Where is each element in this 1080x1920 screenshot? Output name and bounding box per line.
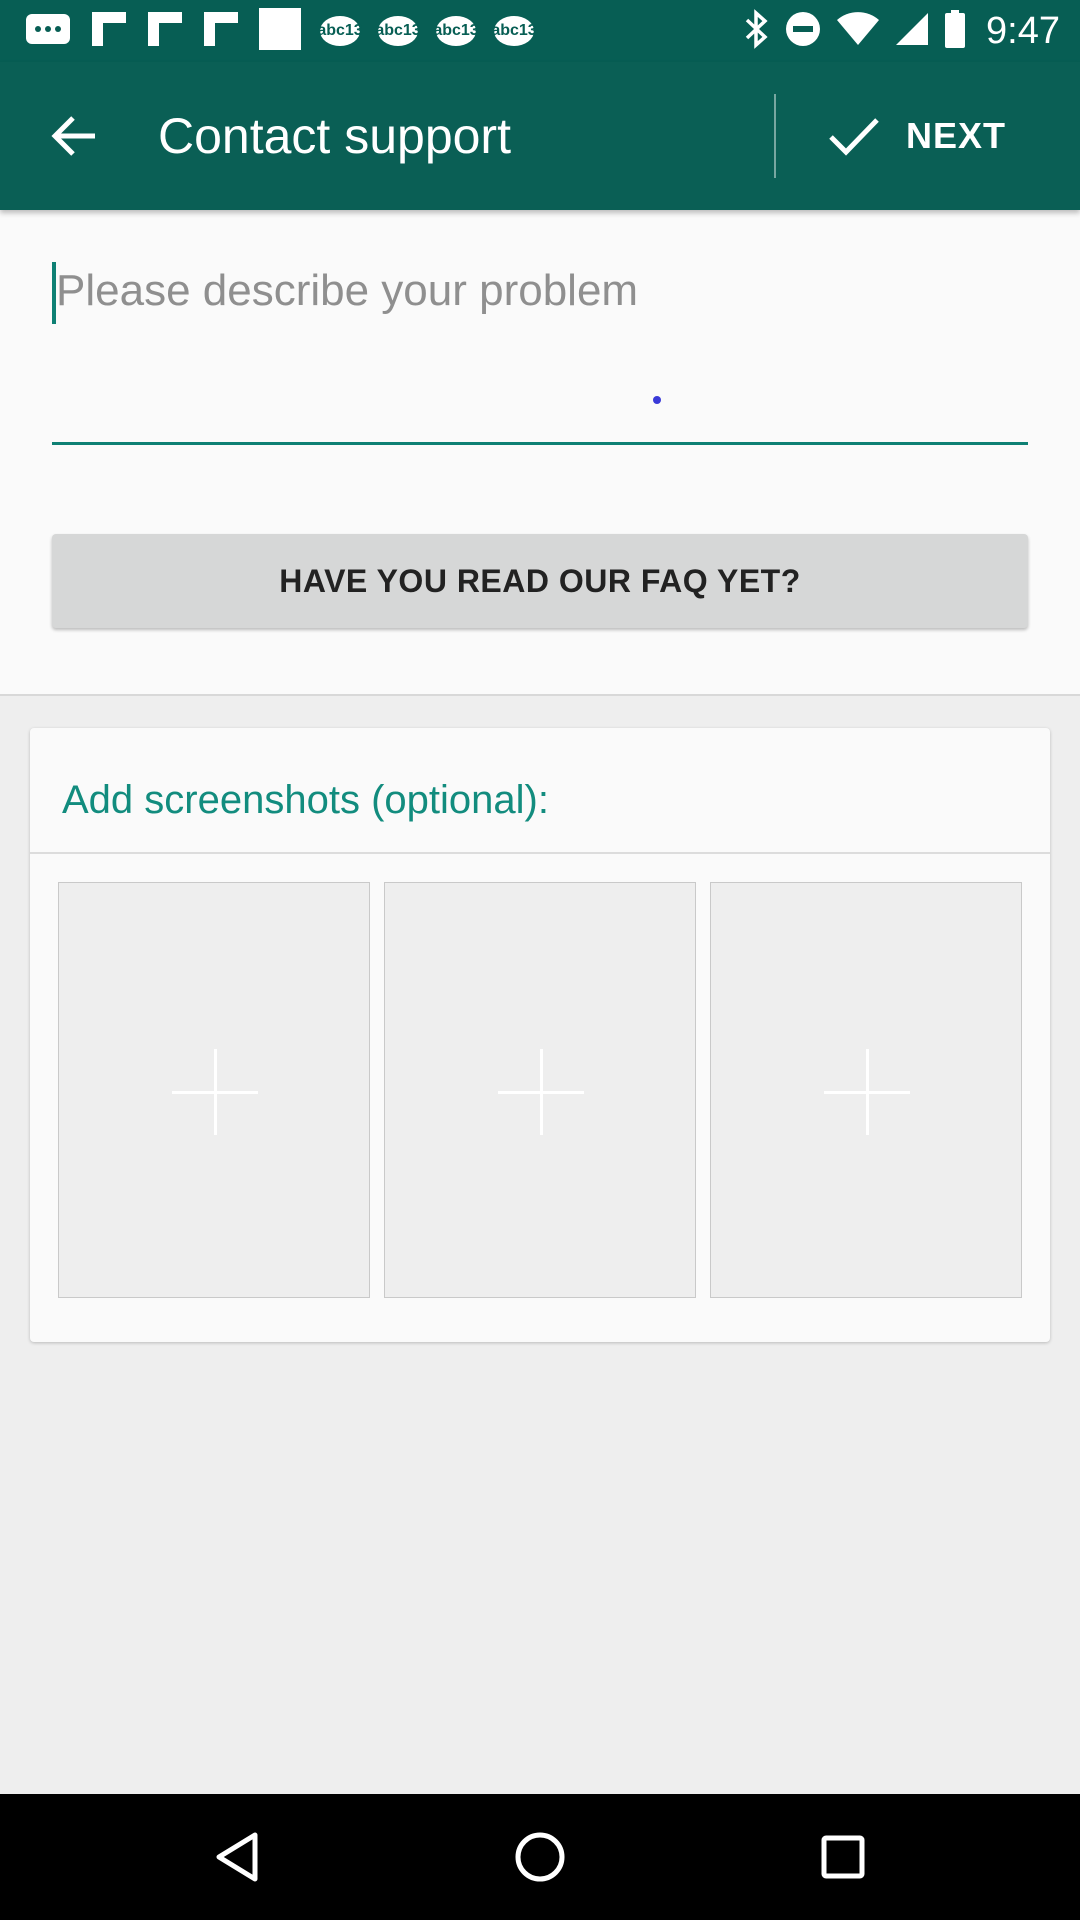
toolbar-divider bbox=[774, 94, 776, 178]
contact-support-screen: abc13 abc13 abc13 abc13 9:47 Contact sup… bbox=[0, 0, 1080, 1920]
back-button[interactable] bbox=[36, 98, 112, 174]
flipboard-icon bbox=[146, 10, 184, 53]
blank-icon bbox=[258, 7, 302, 56]
abc13-icon: abc13 bbox=[433, 16, 479, 46]
abc13-icon: abc13 bbox=[317, 16, 363, 46]
app-bar: Contact support NEXT bbox=[0, 62, 1080, 210]
problem-description-input[interactable]: Please describe your problem bbox=[52, 250, 1028, 445]
back-triangle-icon bbox=[216, 1832, 258, 1882]
next-label: NEXT bbox=[906, 115, 1007, 156]
abc13-icon: abc13 bbox=[375, 16, 421, 46]
screenshots-card: Add screenshots (optional): bbox=[30, 728, 1050, 1342]
add-screenshot-slot-2[interactable] bbox=[384, 882, 696, 1298]
add-screenshot-slot-3[interactable] bbox=[710, 882, 1022, 1298]
message-icon bbox=[24, 12, 72, 51]
arrow-left-icon bbox=[51, 116, 95, 156]
wifi-icon bbox=[836, 11, 880, 52]
next-button[interactable]: NEXT bbox=[800, 86, 1060, 186]
battery-icon bbox=[944, 9, 966, 54]
abc13-icon: abc13 bbox=[491, 16, 537, 46]
plus-icon bbox=[824, 1049, 910, 1135]
description-section: Please describe your problem HAVE YOU RE… bbox=[0, 210, 1080, 696]
faq-button-label: HAVE YOU READ OUR FAQ YET? bbox=[279, 562, 801, 599]
plus-icon bbox=[498, 1049, 584, 1135]
faq-button[interactable]: HAVE YOU READ OUR FAQ YET? bbox=[52, 534, 1028, 628]
clock: 9:47 bbox=[986, 9, 1060, 52]
notification-icons: abc13 abc13 abc13 abc13 bbox=[24, 7, 537, 53]
signal-icon bbox=[894, 11, 930, 52]
description-placeholder: Please describe your problem bbox=[56, 266, 639, 315]
bluetooth-icon bbox=[744, 8, 770, 54]
flipboard-icon bbox=[90, 10, 128, 53]
flipboard-icon bbox=[202, 10, 240, 53]
page-title: Contact support bbox=[158, 108, 511, 164]
screenshots-title: Add screenshots (optional): bbox=[62, 778, 549, 822]
nav-back-button[interactable] bbox=[202, 1822, 272, 1892]
recents-square-icon bbox=[821, 1835, 865, 1879]
add-screenshot-slot-1[interactable] bbox=[58, 882, 370, 1298]
nav-recents-button[interactable] bbox=[808, 1822, 878, 1892]
touch-indicator bbox=[653, 396, 661, 404]
navigation-bar bbox=[0, 1794, 1080, 1920]
check-icon bbox=[824, 106, 884, 166]
home-circle-icon bbox=[515, 1832, 565, 1882]
card-divider bbox=[30, 852, 1050, 854]
plus-icon bbox=[172, 1049, 258, 1135]
do-not-disturb-icon bbox=[784, 10, 822, 53]
system-icons: 9:47 bbox=[744, 8, 1060, 54]
status-bar: abc13 abc13 abc13 abc13 9:47 bbox=[0, 0, 1080, 62]
nav-home-button[interactable] bbox=[505, 1822, 575, 1892]
